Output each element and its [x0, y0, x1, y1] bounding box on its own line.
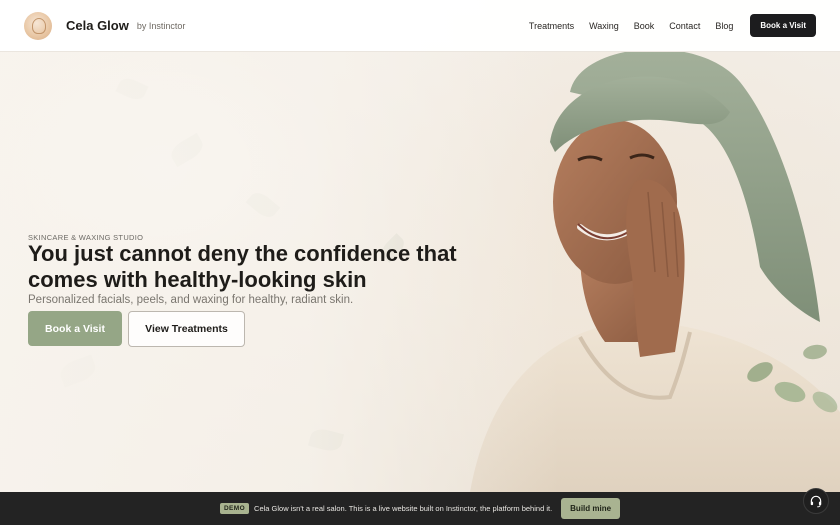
demo-banner: DEMO Cela Glow isn't a real salon. This … [0, 492, 840, 525]
hero-headline: You just cannot deny the confidence that… [28, 241, 457, 292]
hero-subhead: Personalized facials, peels, and waxing … [28, 294, 354, 306]
brand-byline: by Instinctor [136, 20, 186, 31]
build-mine-button[interactable]: Build mine [561, 498, 621, 519]
brand-name[interactable]: Cela Glow [66, 18, 129, 33]
hero-view-treatments-button[interactable]: View Treatments [128, 311, 245, 347]
support-chat-button[interactable] [803, 488, 829, 514]
hero-book-visit-button[interactable]: Book a Visit [28, 311, 122, 346]
nav-link-waxing[interactable]: Waxing [589, 21, 619, 31]
nav-link-blog[interactable]: Blog [715, 21, 733, 31]
main-nav: Treatments Waxing Book Contact Blog Book… [529, 14, 816, 37]
site-header: Cela Glow by Instinctor Treatments Waxin… [0, 0, 840, 52]
nav-link-book[interactable]: Book [634, 21, 655, 31]
nav-link-treatments[interactable]: Treatments [529, 21, 574, 31]
nav-link-contact[interactable]: Contact [669, 21, 700, 31]
brand-logo-icon[interactable] [24, 11, 52, 40]
demo-badge: DEMO [219, 503, 250, 514]
header-book-visit-button[interactable]: Book a Visit [750, 14, 816, 37]
headset-icon [810, 495, 822, 508]
demo-banner-text: Cela Glow isn't a real salon. This is a … [254, 504, 553, 513]
